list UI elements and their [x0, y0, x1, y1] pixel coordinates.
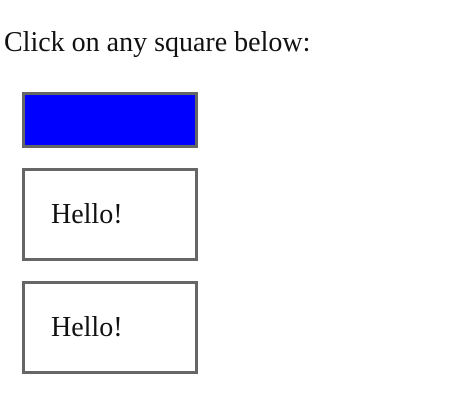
square-1-blue[interactable] — [22, 92, 198, 148]
square-3[interactable]: Hello! — [22, 281, 198, 374]
square-2[interactable]: Hello! — [22, 168, 198, 261]
square-3-label: Hello! — [51, 311, 123, 343]
square-2-label: Hello! — [51, 198, 123, 230]
instruction-text: Click on any square below: — [4, 27, 311, 58]
